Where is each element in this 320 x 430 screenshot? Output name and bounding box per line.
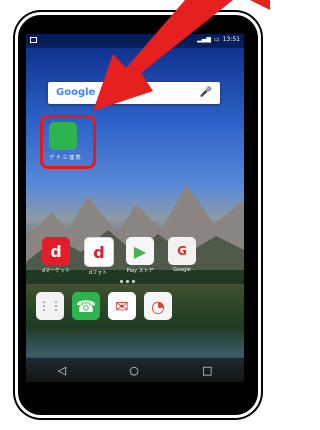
dock: ⋮⋮ ☎ ✉ ◔ bbox=[36, 292, 172, 320]
app-google[interactable]: G Google bbox=[168, 237, 196, 276]
dphoto-icon: d bbox=[84, 237, 114, 267]
app-dmarket[interactable]: d dマーケット bbox=[42, 237, 70, 276]
page-indicator bbox=[120, 280, 135, 283]
mic-icon[interactable]: 🎤 bbox=[200, 87, 212, 98]
android-nav-bar: ◁ ○ □ bbox=[26, 358, 244, 382]
app-label-google: Google bbox=[173, 267, 191, 273]
phone-icon[interactable]: ☎ bbox=[72, 292, 100, 320]
phone-screen: ▂▄▆ ▭ 13:51 Google 🎤 デ ナ 三 連 携 d dマーケット … bbox=[26, 34, 244, 382]
mail-icon[interactable]: ✉ bbox=[108, 292, 136, 320]
playstore-icon: ▶ bbox=[126, 237, 154, 265]
signal-icon: ▂▄▆ bbox=[197, 36, 212, 43]
highlighted-app-icon[interactable] bbox=[49, 122, 77, 150]
screenshot-icon bbox=[30, 37, 37, 43]
page: ▂▄▆ ▭ 13:51 Google 🎤 デ ナ 三 連 携 d dマーケット … bbox=[0, 0, 270, 430]
google-search-bar[interactable]: Google 🎤 bbox=[48, 82, 220, 104]
highlighted-app-label: デ ナ 三 連 携 bbox=[49, 155, 81, 161]
app-row: d dマーケット d dフォト ▶ Play ストア G Google bbox=[42, 237, 196, 276]
back-icon[interactable]: ◁ bbox=[58, 364, 66, 377]
app-dphoto[interactable]: d dフォト bbox=[84, 237, 114, 276]
chrome-icon[interactable]: ◔ bbox=[144, 292, 172, 320]
status-bar: ▂▄▆ ▭ 13:51 bbox=[26, 34, 244, 48]
app-playstore[interactable]: ▶ Play ストア bbox=[126, 237, 154, 276]
recents-icon[interactable]: □ bbox=[202, 364, 212, 377]
app-label-dphoto: dフォト bbox=[88, 270, 108, 276]
app-label-playstore: Play ストア bbox=[126, 268, 154, 274]
apps-icon[interactable]: ⋮⋮ bbox=[36, 292, 64, 320]
status-right: ▂▄▆ ▭ 13:51 bbox=[197, 36, 240, 43]
status-time: 13:51 bbox=[222, 36, 240, 43]
google-folder-icon: G bbox=[168, 237, 196, 265]
dmarket-icon: d bbox=[42, 237, 70, 265]
google-logo: Google bbox=[56, 87, 96, 98]
app-label-dmarket: dマーケット bbox=[41, 268, 71, 274]
battery-icon: ▭ bbox=[214, 36, 220, 43]
home-icon[interactable]: ○ bbox=[129, 364, 139, 377]
